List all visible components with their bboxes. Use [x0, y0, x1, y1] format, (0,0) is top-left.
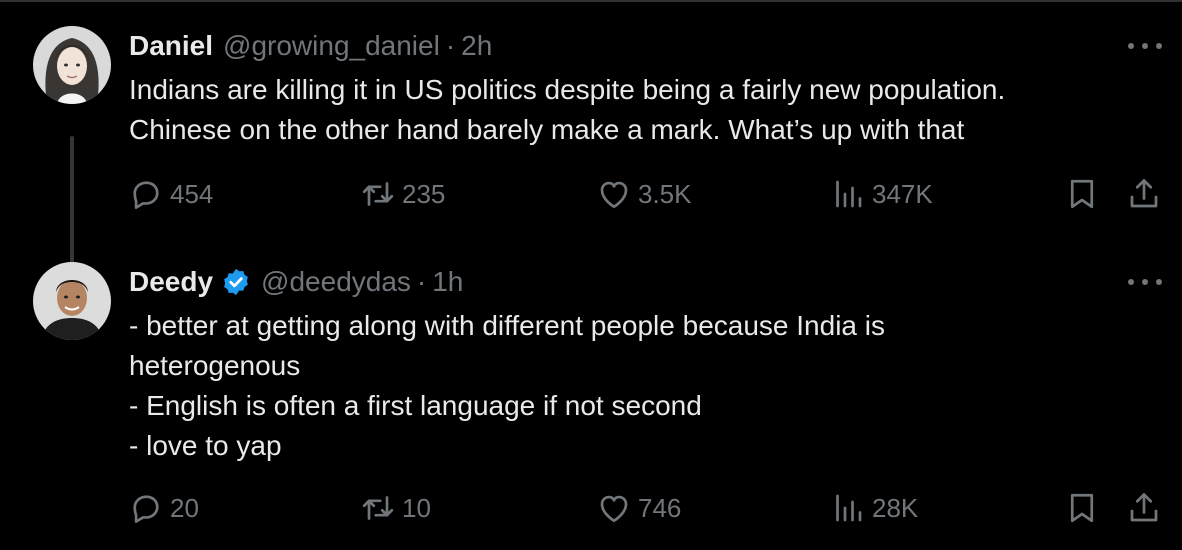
retweet-button[interactable]: 10 [360, 488, 431, 528]
views-icon [836, 494, 862, 522]
verified-badge-icon [221, 267, 251, 297]
author-handle[interactable]: @deedydas [261, 264, 411, 300]
more-options-icon[interactable] [1128, 34, 1162, 58]
tweet-header: Daniel @growing_daniel · 2h [129, 28, 492, 64]
bookmark-icon [1070, 493, 1094, 523]
tweet-text: Indians are killing it in US politics de… [129, 70, 1139, 150]
avatar-deedy[interactable] [33, 262, 111, 340]
views-count: 347K [872, 178, 933, 209]
retweet-icon [362, 496, 394, 520]
tweet-text-line: Indians are killing it in US politics de… [129, 74, 1006, 105]
retweet-count: 235 [402, 178, 446, 209]
like-count: 746 [638, 492, 682, 523]
views-button[interactable]: 28K [830, 488, 918, 528]
tweet-text-line: - English is often a first language if n… [129, 390, 702, 421]
timestamp[interactable]: 2h [461, 28, 492, 64]
retweet-button[interactable]: 235 [360, 174, 445, 214]
separator: · [445, 30, 456, 61]
reply-icon [133, 495, 159, 523]
reply-count: 454 [170, 178, 214, 209]
divider [0, 0, 1182, 2]
tweet-header: Deedy @deedydas · 1h [129, 264, 463, 300]
tweet-text-line: heterogenous [129, 350, 301, 381]
share-icon [1130, 493, 1158, 522]
reply-count: 20 [170, 492, 199, 523]
action-bar: 20 10 746 28K [0, 488, 1182, 528]
views-count: 28K [872, 492, 919, 523]
like-count: 3.5K [638, 178, 692, 209]
share-button[interactable] [1126, 174, 1162, 214]
retweet-count: 10 [402, 492, 431, 523]
bookmark-button[interactable] [1064, 174, 1100, 214]
action-bar: 454 235 3.5K 347K [0, 174, 1182, 214]
share-button[interactable] [1126, 488, 1162, 528]
heart-icon [600, 495, 628, 523]
timestamp[interactable]: 1h [432, 264, 463, 300]
retweet-icon [362, 182, 394, 206]
author-handle[interactable]: @growing_daniel [223, 28, 440, 64]
author-name[interactable]: Daniel [129, 28, 213, 64]
more-options-icon[interactable] [1128, 270, 1162, 294]
heart-icon [600, 181, 628, 209]
tweet-text-line: - better at getting along with different… [129, 310, 885, 341]
share-icon [1130, 179, 1158, 208]
tweet-text: - better at getting along with different… [129, 306, 1139, 466]
author-name[interactable]: Deedy [129, 264, 213, 300]
like-button[interactable]: 746 [596, 488, 681, 528]
avatar-daniel[interactable] [33, 26, 111, 104]
bookmark-icon [1070, 179, 1094, 209]
views-button[interactable]: 347K [830, 174, 933, 214]
bookmark-button[interactable] [1064, 488, 1100, 528]
like-button[interactable]: 3.5K [596, 174, 692, 214]
reply-icon [133, 181, 159, 209]
reply-button[interactable]: 20 [128, 488, 199, 528]
timeline: Daniel @growing_daniel · 2h Indians are … [0, 0, 1182, 550]
views-icon [836, 180, 862, 208]
tweet-text-line: - love to yap [129, 430, 282, 461]
reply-button[interactable]: 454 [128, 174, 213, 214]
separator: · [416, 266, 427, 297]
tweet-text-line: Chinese on the other hand barely make a … [129, 114, 965, 145]
